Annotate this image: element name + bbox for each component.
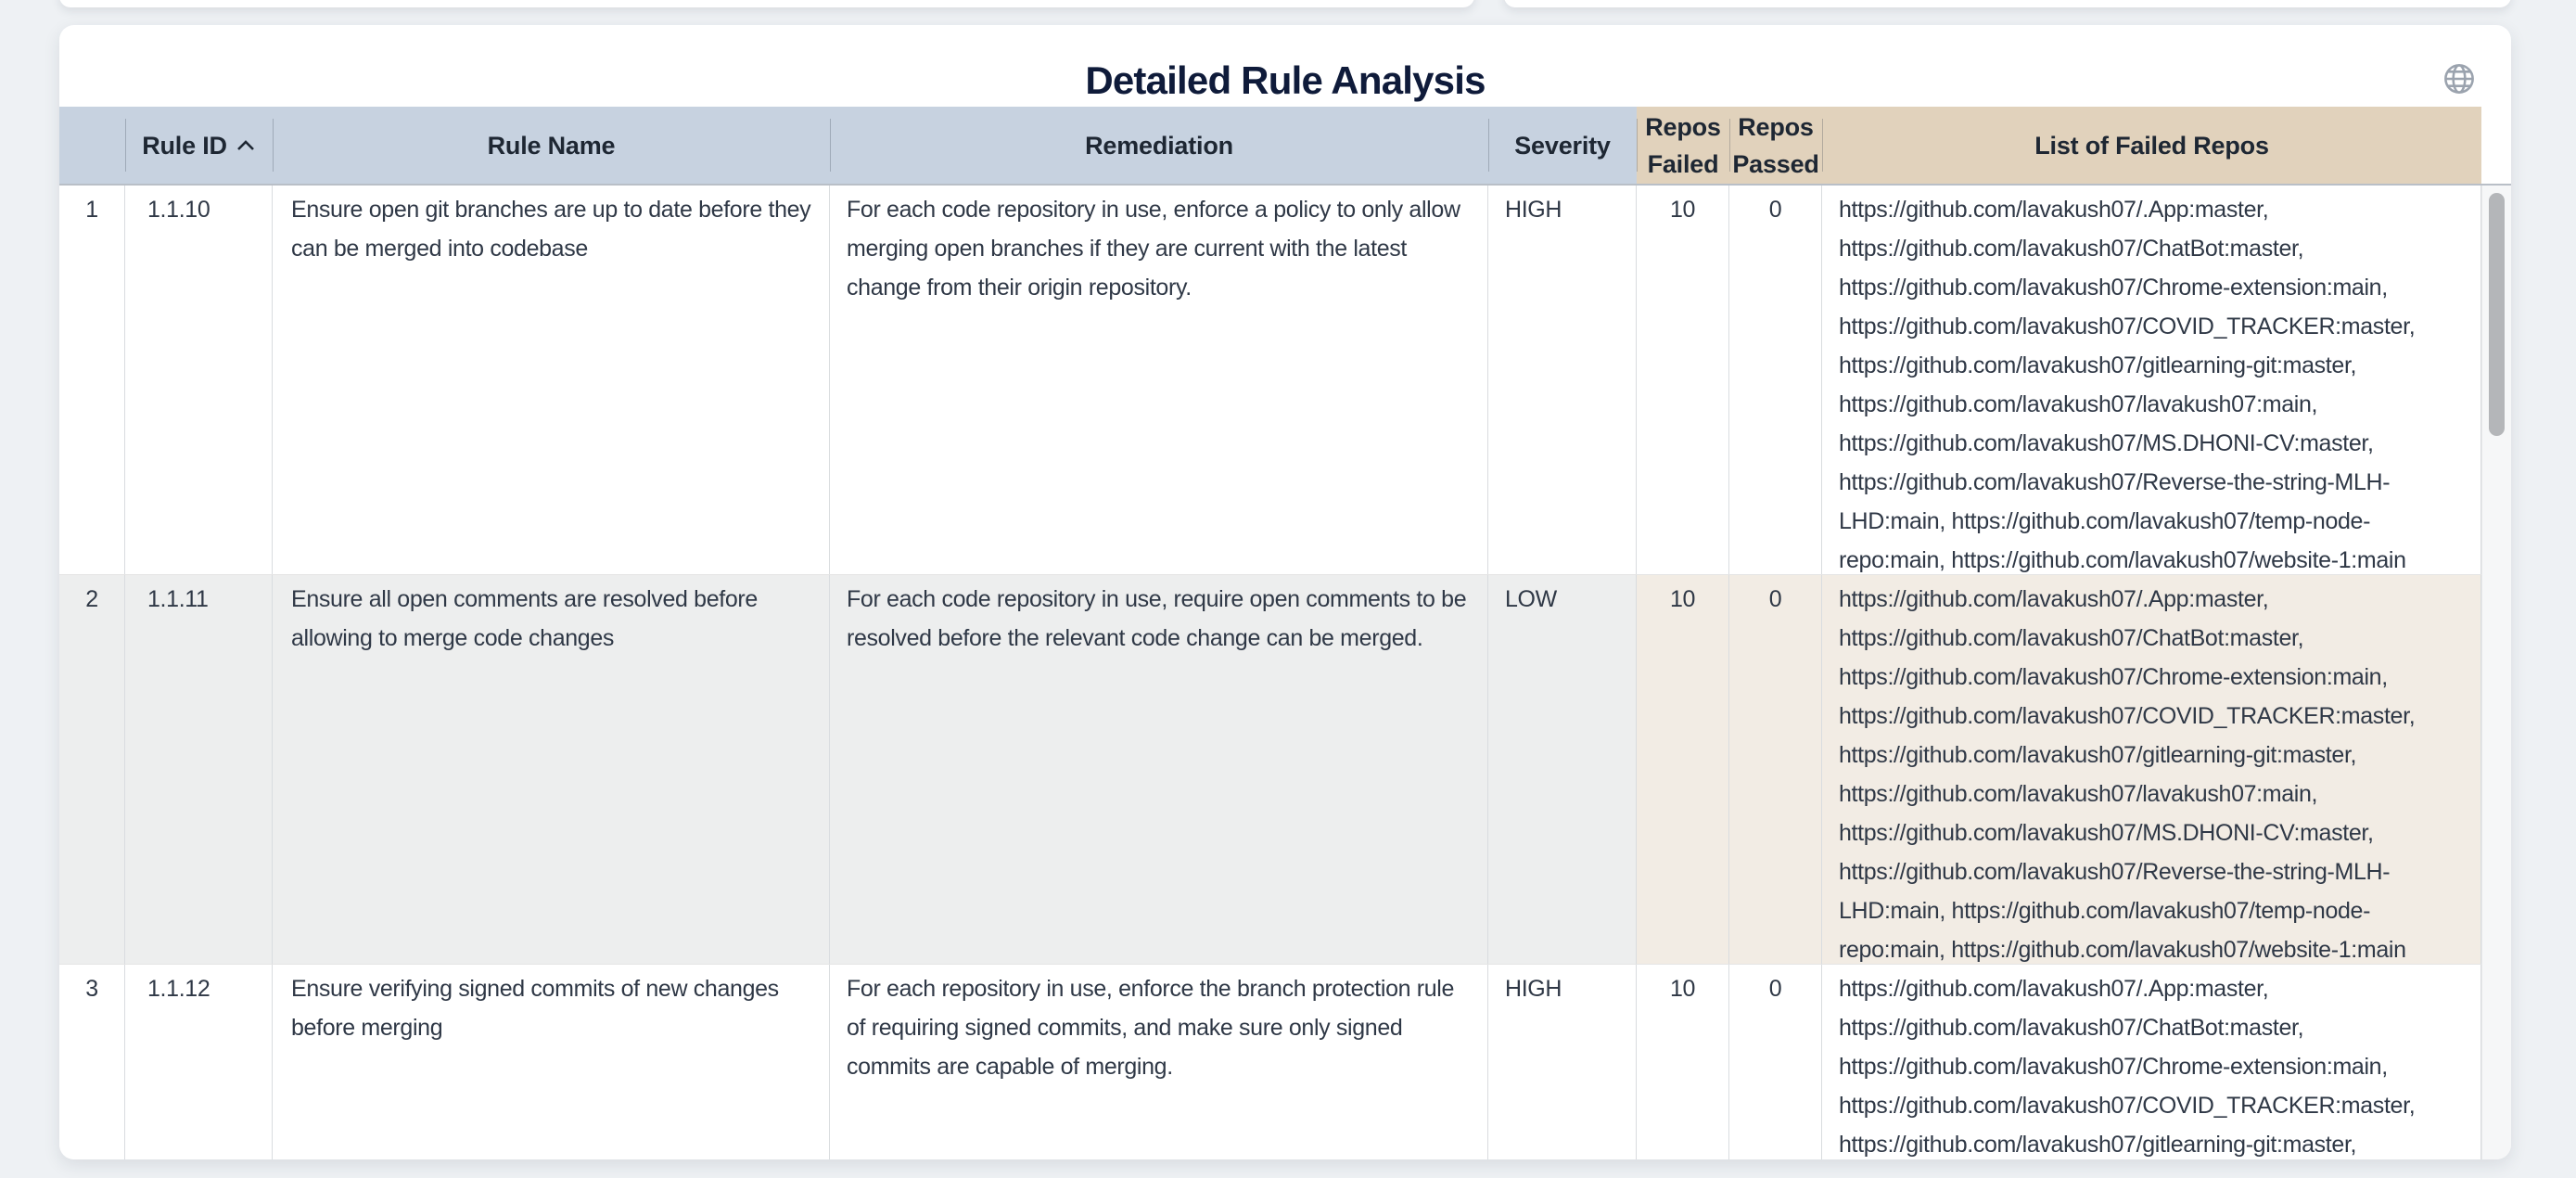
cell-rule-name: Ensure verifying signed commits of new c… — [273, 965, 830, 1159]
cell-severity: LOW — [1488, 575, 1637, 964]
detailed-rule-analysis-card: Detailed Rule Analysis Rule ID Rule Name… — [59, 25, 2511, 1159]
cell-row-number: 3 — [59, 965, 125, 1159]
cell-row-number: 2 — [59, 575, 125, 964]
header-rule-id-label: Rule ID — [142, 127, 227, 164]
cell-failed-repos: https://github.com/lavakush07/.App:maste… — [1822, 965, 2481, 1159]
cell-rule-name: Ensure open git branches are up to date … — [273, 186, 830, 574]
cell-repos-failed: 10 — [1637, 186, 1729, 574]
header-index — [59, 107, 125, 184]
cell-remediation: For each code repository in use, require… — [830, 575, 1488, 964]
cell-remediation: For each repository in use, enforce the … — [830, 965, 1488, 1159]
table-scrollbar — [2481, 107, 2511, 1159]
cell-repos-failed: 10 — [1637, 965, 1729, 1159]
page-title: Detailed Rule Analysis — [59, 58, 2511, 103]
table-row: 1 1.1.10 Ensure open git branches are up… — [59, 186, 2481, 575]
cell-repos-passed: 0 — [1729, 575, 1822, 964]
cell-rule-id: 1.1.12 — [125, 965, 273, 1159]
globe-icon[interactable] — [2442, 62, 2476, 96]
table-header-row: Rule ID Rule Name Remediation Severity R… — [59, 107, 2481, 186]
cell-failed-repos: https://github.com/lavakush07/.App:maste… — [1822, 186, 2481, 574]
scrollbar-track[interactable] — [2481, 186, 2511, 1159]
scrollbar-header-gap — [2481, 107, 2511, 186]
cell-severity: HIGH — [1488, 965, 1637, 1159]
cell-remediation: For each code repository in use, enforce… — [830, 186, 1488, 574]
cell-rule-id: 1.1.10 — [125, 186, 273, 574]
cell-rule-id: 1.1.11 — [125, 575, 273, 964]
table-row: 3 1.1.12 Ensure verifying signed commits… — [59, 965, 2481, 1159]
top-card-right — [1504, 0, 2511, 7]
header-remediation[interactable]: Remediation — [830, 107, 1488, 184]
header-rule-id[interactable]: Rule ID — [125, 107, 273, 184]
sort-ascending-icon — [236, 138, 256, 153]
header-rule-name[interactable]: Rule Name — [273, 107, 830, 184]
cell-failed-repos: https://github.com/lavakush07/.App:maste… — [1822, 575, 2481, 964]
header-failed-repos-list[interactable]: List of Failed Repos — [1822, 107, 2481, 184]
cell-repos-passed: 0 — [1729, 186, 1822, 574]
table-row: 2 1.1.11 Ensure all open comments are re… — [59, 575, 2481, 965]
cell-repos-passed: 0 — [1729, 965, 1822, 1159]
top-card-left — [59, 0, 1474, 7]
cell-severity: HIGH — [1488, 186, 1637, 574]
header-repos-passed[interactable]: Repos Passed — [1729, 107, 1822, 184]
rule-analysis-table: Rule ID Rule Name Remediation Severity R… — [59, 107, 2511, 1159]
cell-row-number: 1 — [59, 186, 125, 574]
header-severity[interactable]: Severity — [1488, 107, 1637, 184]
scrollbar-thumb[interactable] — [2489, 193, 2505, 436]
cell-repos-failed: 10 — [1637, 575, 1729, 964]
cell-rule-name: Ensure all open comments are resolved be… — [273, 575, 830, 964]
header-repos-failed[interactable]: Repos Failed — [1637, 107, 1729, 184]
